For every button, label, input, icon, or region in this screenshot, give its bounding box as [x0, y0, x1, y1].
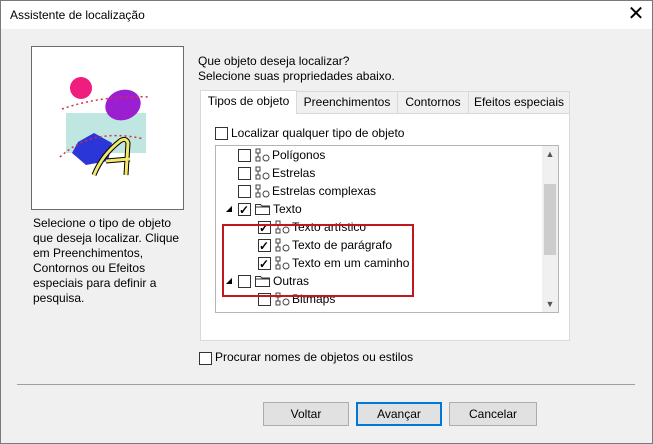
question-title: Que objeto deseja localizar? [198, 54, 350, 68]
preview-image [31, 46, 184, 210]
tree-item-checkbox[interactable] [238, 149, 251, 162]
tab-fills[interactable]: Preenchimentos [296, 91, 398, 113]
preview-illustration [59, 77, 151, 176]
any-object-checkbox[interactable] [215, 127, 228, 140]
tab-outlines[interactable]: Contornos [397, 91, 469, 113]
title-bar: Assistente de localização ✕ [1, 1, 652, 29]
question-subtitle: Selecione suas propriedades abaixo. [198, 69, 395, 83]
scroll-down-icon[interactable]: ▼ [542, 296, 558, 312]
search-names-label: Procurar nomes de objetos ou estilos [215, 350, 414, 364]
object-shape-icon [255, 166, 270, 180]
any-object-label: Localizar qualquer tipo de objeto [231, 126, 405, 140]
tree-scrollbar[interactable]: ▲ ▼ [542, 146, 558, 312]
tab-special-effects[interactable]: Efeitos especiais [468, 91, 570, 113]
expand-triangle-icon[interactable]: ◢ [224, 200, 234, 218]
tree-item-checkbox[interactable] [238, 201, 251, 219]
folder-icon [255, 204, 270, 215]
cancel-button[interactable]: Cancelar [449, 402, 537, 426]
back-button[interactable]: Voltar [263, 402, 349, 426]
tree-item-checkbox[interactable] [238, 167, 251, 180]
dialog-client-area: Selecione o tipo de objeto que deseja lo… [1, 29, 652, 443]
text-items-highlight [222, 224, 414, 297]
object-shape-icon [255, 184, 270, 198]
next-button[interactable]: Avançar [356, 402, 442, 426]
description-text: Selecione o tipo de objeto que deseja lo… [33, 216, 180, 305]
tab-object-types[interactable]: Tipos de objeto [200, 90, 297, 114]
scroll-up-icon[interactable]: ▲ [542, 146, 558, 162]
search-names-checkbox[interactable] [199, 352, 212, 365]
dialog-window: Assistente de localização ✕ Selecione o … [0, 0, 653, 444]
separator-line [17, 384, 635, 385]
close-icon[interactable]: ✕ [621, 2, 651, 28]
window-title: Assistente de localização [10, 8, 145, 22]
scroll-thumb[interactable] [544, 184, 556, 255]
object-shape-icon [255, 148, 270, 162]
tree-item-checkbox[interactable] [238, 185, 251, 198]
